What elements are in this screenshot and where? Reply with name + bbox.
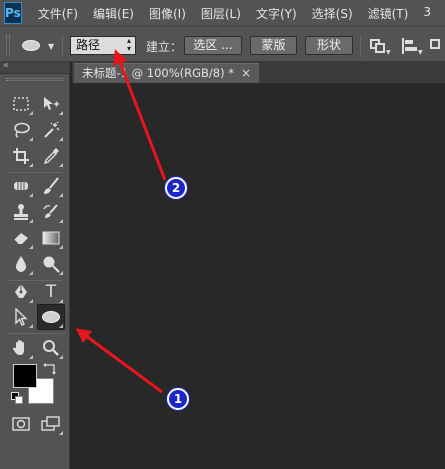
path-selection-icon bbox=[15, 308, 28, 326]
chevron-down-icon: ▼ bbox=[418, 49, 423, 56]
quick-mask-button[interactable] bbox=[8, 412, 34, 436]
hand-icon bbox=[13, 340, 24, 355]
annotation-badge-1: 1 bbox=[167, 388, 189, 410]
move-tool[interactable] bbox=[38, 92, 64, 116]
foreground-color-swatch[interactable] bbox=[13, 364, 37, 388]
rectangular-marquee-tool[interactable] bbox=[8, 92, 34, 116]
path-operations-icon-front bbox=[375, 43, 385, 53]
document-tab[interactable]: 未标题-1 @ 100%(RGB/8) * × bbox=[74, 63, 259, 83]
blur-icon bbox=[15, 256, 27, 272]
align-bar bbox=[405, 47, 417, 51]
menu-items: 文件(F) 编辑(E) 图像(I) 图层(L) 文字(Y) 选择(S) 滤镜(T… bbox=[38, 5, 445, 22]
close-icon[interactable]: × bbox=[241, 64, 251, 83]
clone-stamp-icon bbox=[14, 204, 28, 220]
crop-tool[interactable] bbox=[8, 144, 34, 168]
mode-select[interactable]: 路径 ▴ ▾ bbox=[70, 36, 136, 55]
eyedropper-icon bbox=[43, 148, 59, 165]
clone-stamp-tool[interactable] bbox=[8, 200, 34, 224]
pen-tool[interactable] bbox=[8, 280, 34, 304]
eraser-icon bbox=[13, 233, 28, 245]
make-selection-button[interactable]: 选区 ... bbox=[184, 36, 242, 55]
make-mask-button[interactable]: 蒙版 bbox=[250, 36, 297, 55]
tools-panel: ‹‹ T bbox=[0, 60, 70, 469]
gradient-icon bbox=[42, 231, 60, 245]
tool-preset-picker[interactable]: ▼ bbox=[18, 36, 58, 56]
align-left-icon bbox=[402, 38, 404, 54]
brush-icon bbox=[44, 177, 59, 194]
rectangular-marquee-icon bbox=[13, 97, 29, 111]
path-selection-tool[interactable] bbox=[8, 305, 34, 329]
chevron-down-icon: ▼ bbox=[386, 49, 391, 56]
ellipse-tool[interactable] bbox=[37, 304, 65, 330]
menu-image[interactable]: 图像(I) bbox=[149, 5, 186, 22]
document-tab-title: 未标题-1 @ 100%(RGB/8) * bbox=[82, 66, 235, 80]
mode-select-value: 路径 bbox=[76, 38, 101, 52]
chevron-down-icon: ▼ bbox=[48, 42, 55, 51]
menu-3d[interactable]: 3 bbox=[423, 5, 431, 22]
menu-edit[interactable]: 编辑(E) bbox=[93, 5, 134, 22]
tools-panel-grip[interactable] bbox=[6, 78, 64, 81]
history-brush-icon bbox=[43, 204, 58, 218]
magic-wand-icon bbox=[44, 121, 60, 138]
menu-select[interactable]: 选择(S) bbox=[312, 5, 353, 22]
align-bar bbox=[405, 40, 413, 44]
ellipse-icon bbox=[22, 40, 40, 51]
menu-file[interactable]: 文件(F) bbox=[38, 5, 78, 22]
menu-filter[interactable]: 滤镜(T) bbox=[368, 5, 409, 22]
eraser-tool[interactable] bbox=[8, 226, 34, 250]
tools-divider bbox=[8, 172, 62, 173]
annotation-badge-2: 2 bbox=[165, 177, 187, 199]
spot-healing-tool[interactable] bbox=[8, 174, 34, 198]
path-operations-button[interactable]: ▼ bbox=[366, 36, 396, 56]
lasso-tool[interactable] bbox=[8, 118, 34, 142]
options-divider bbox=[62, 35, 63, 57]
path-arrangement-button[interactable] bbox=[428, 36, 445, 56]
menu-layer[interactable]: 图层(L) bbox=[201, 5, 241, 22]
screen-mode-button[interactable] bbox=[38, 412, 64, 436]
ellipse-tool-icon bbox=[42, 311, 60, 323]
menu-type[interactable]: 文字(Y) bbox=[256, 5, 297, 22]
pen-icon bbox=[15, 284, 27, 298]
move-icon bbox=[44, 97, 59, 110]
blur-tool[interactable] bbox=[8, 252, 34, 276]
dodge-tool[interactable] bbox=[38, 252, 64, 276]
dodge-icon bbox=[43, 256, 60, 273]
options-bar-grip[interactable] bbox=[6, 35, 10, 55]
history-brush-tool[interactable] bbox=[38, 200, 64, 224]
default-colors-icon[interactable] bbox=[11, 392, 23, 404]
magic-wand-tool[interactable] bbox=[38, 118, 64, 142]
tools-panel-header[interactable]: ‹‹ bbox=[0, 60, 70, 74]
options-divider bbox=[360, 35, 361, 57]
type-icon: T bbox=[45, 282, 57, 302]
quick-mask-icon bbox=[12, 417, 30, 431]
path-arrange-icon bbox=[430, 39, 440, 49]
make-label: 建立： bbox=[146, 40, 183, 54]
make-shape-button[interactable]: 形状 bbox=[305, 36, 353, 55]
screen-mode-icon bbox=[41, 416, 60, 431]
zoom-tool[interactable] bbox=[38, 336, 64, 360]
path-alignment-button[interactable]: ▼ bbox=[398, 36, 428, 56]
document-tab-bar: 未标题-1 @ 100%(RGB/8) * × bbox=[72, 62, 445, 83]
options-bar: ▼ 路径 ▴ ▾ 建立： 选区 ... 蒙版 形状 ▼ ▼ bbox=[0, 26, 445, 62]
photoshop-logo: Ps bbox=[4, 2, 22, 24]
crop-icon bbox=[13, 148, 29, 164]
swap-colors-icon[interactable] bbox=[42, 362, 58, 376]
menu-bar: Ps 文件(F) 编辑(E) 图像(I) 图层(L) 文字(Y) 选择(S) 滤… bbox=[0, 0, 445, 26]
collapse-icon[interactable]: ‹‹ bbox=[3, 60, 9, 71]
updown-arrows-icon: ▴ ▾ bbox=[126, 36, 131, 53]
tools-divider bbox=[8, 333, 62, 334]
brush-tool[interactable] bbox=[38, 174, 64, 198]
lasso-icon bbox=[14, 122, 30, 138]
eyedropper-tool[interactable] bbox=[38, 144, 64, 168]
healing-brush-icon bbox=[14, 182, 28, 190]
type-tool[interactable]: T bbox=[38, 280, 64, 304]
gradient-tool[interactable] bbox=[38, 226, 64, 250]
document-canvas[interactable] bbox=[72, 83, 445, 469]
zoom-icon bbox=[43, 340, 59, 356]
hand-tool[interactable] bbox=[8, 336, 34, 360]
